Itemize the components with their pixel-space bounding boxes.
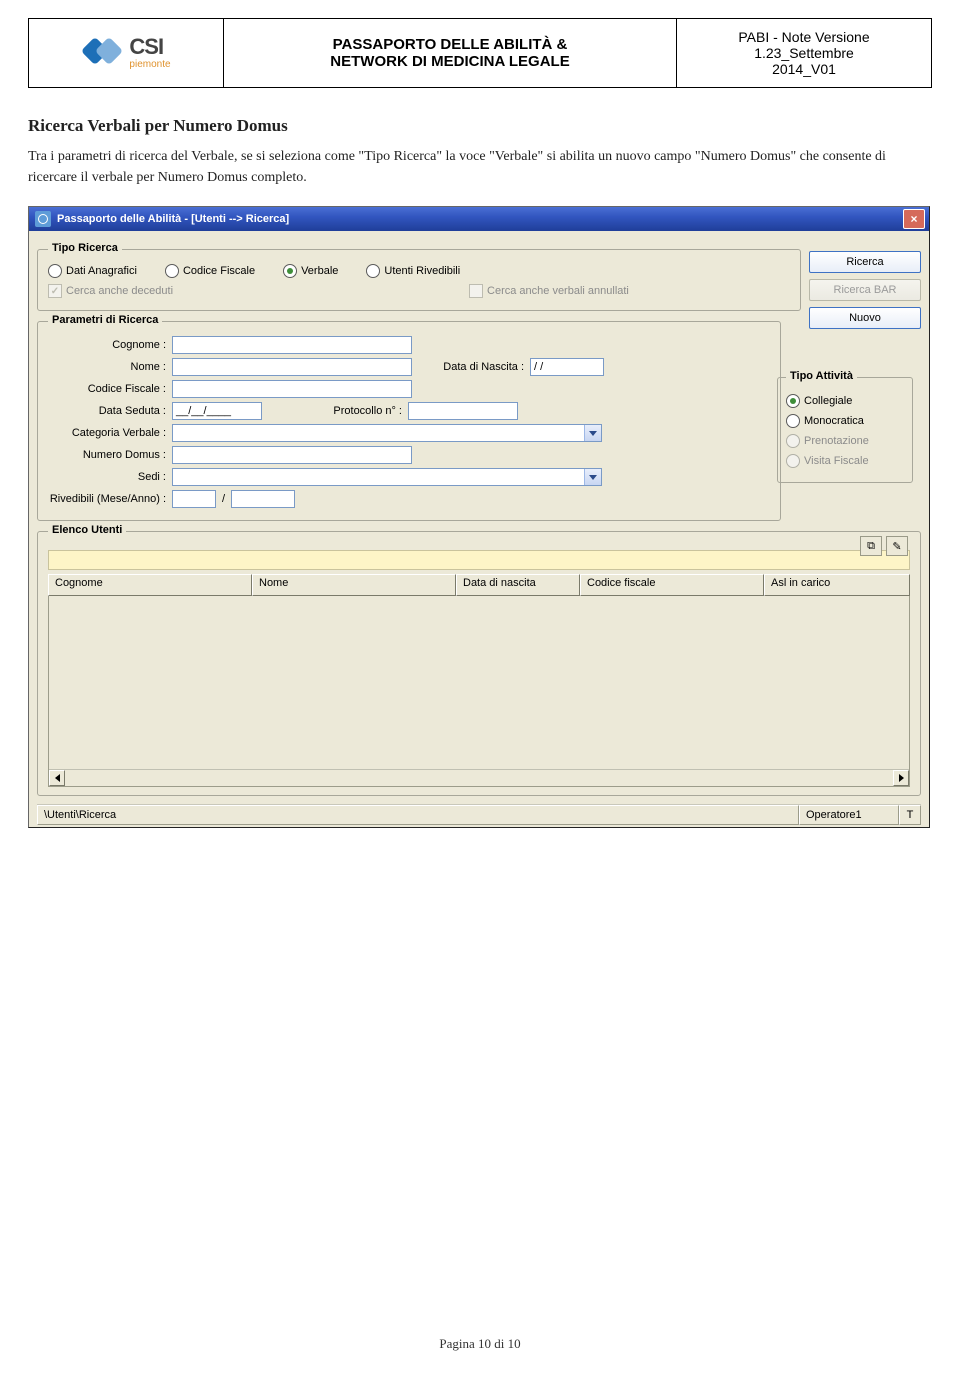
radio-collegiale[interactable]: Collegiale <box>786 394 904 408</box>
col-cognome[interactable]: Cognome <box>48 574 252 596</box>
col-codice-fiscale[interactable]: Codice fiscale <box>580 574 764 596</box>
radio-dati-anagrafici[interactable]: Dati Anagrafici <box>48 264 137 278</box>
side-buttons: Ricerca Ricerca BAR Nuovo <box>809 251 913 329</box>
protocollo-label: Protocollo n° : <box>302 405 408 417</box>
elenco-tool-icon-2[interactable]: ✎ <box>886 536 908 556</box>
rivedibili-label: Rivedibili (Mese/Anno) : <box>48 493 172 505</box>
data-seduta-label: Data Seduta : <box>48 405 172 417</box>
elenco-legend: Elenco Utenti <box>48 524 126 536</box>
status-user: Operatore1 <box>799 805 899 825</box>
csi-logo: CSI piemonte <box>81 35 170 71</box>
ricerca-button[interactable]: Ricerca <box>809 251 921 273</box>
check-annullati: Cerca anche verbali annullati <box>469 284 629 298</box>
data-nascita-label: Data di Nascita : <box>424 361 530 373</box>
app-icon <box>35 211 51 227</box>
cat-verbale-label: Categoria Verbale : <box>48 427 172 439</box>
data-nascita-input[interactable]: / / <box>530 358 604 376</box>
section-title: Ricerca Verbali per Numero Domus <box>28 116 932 136</box>
logo-text-csi: CSI <box>129 36 170 58</box>
data-seduta-input[interactable]: __/__/____ <box>172 402 262 420</box>
close-icon[interactable]: × <box>903 209 925 229</box>
rivedibili-anno-input[interactable] <box>231 490 295 508</box>
sedi-combo[interactable] <box>172 468 602 486</box>
radio-visita-fiscale: Visita Fiscale <box>786 454 904 468</box>
col-data-nascita[interactable]: Data di nascita <box>456 574 580 596</box>
cognome-input[interactable] <box>172 336 412 354</box>
numero-domus-label: Numero Domus : <box>48 449 172 461</box>
col-nome[interactable]: Nome <box>252 574 456 596</box>
tipo-ricerca-legend: Tipo Ricerca <box>48 242 122 254</box>
scroll-left-icon[interactable] <box>49 770 65 786</box>
rivedibili-mese-input[interactable] <box>172 490 216 508</box>
nome-input[interactable] <box>172 358 412 376</box>
ricerca-bar-button: Ricerca BAR <box>809 279 921 301</box>
header-meta-line2: 1.23_Settembre <box>754 45 854 61</box>
elenco-header-row: Cognome Nome Data di nascita Codice fisc… <box>48 574 910 596</box>
tipo-attivita-legend: Tipo Attività <box>786 370 857 382</box>
tipo-attivita-fieldset: Tipo Attività Collegiale Monocratica Pre… <box>777 377 913 483</box>
radio-utenti-rivedibili[interactable]: Utenti Rivedibili <box>366 264 460 278</box>
radio-codice-fiscale[interactable]: Codice Fiscale <box>165 264 255 278</box>
rivedibili-slash: / <box>216 493 231 505</box>
tipo-ricerca-fieldset: Tipo Ricerca Dati Anagrafici Codice Fisc… <box>37 249 801 311</box>
logo-text-piemonte: piemonte <box>129 60 170 70</box>
protocollo-input[interactable] <box>408 402 518 420</box>
elenco-fieldset: Elenco Utenti ⧉ ✎ Cognome Nome Data di n… <box>37 531 921 796</box>
col-asl[interactable]: Asl in carico <box>764 574 910 596</box>
nuovo-button[interactable]: Nuovo <box>809 307 921 329</box>
elenco-selection-bar <box>48 550 910 570</box>
header-meta-line1: PABI - Note Versione <box>738 29 869 45</box>
header-logo-cell: CSI piemonte <box>29 19 224 87</box>
header-title-line1: PASSAPORTO DELLE ABILITÀ & <box>333 36 568 53</box>
titlebar[interactable]: Passaporto delle Abilità - [Utenti --> R… <box>29 207 929 231</box>
nome-label: Nome : <box>48 361 172 373</box>
page-footer: Pagina 10 di 10 <box>0 1336 960 1352</box>
header-meta-line3: 2014_V01 <box>772 61 836 77</box>
cod-fisc-label: Codice Fiscale : <box>48 383 172 395</box>
cognome-label: Cognome : <box>48 339 172 351</box>
status-flag: T <box>899 805 921 825</box>
radio-verbale[interactable]: Verbale <box>283 264 338 278</box>
sedi-label: Sedi : <box>48 471 172 483</box>
parametri-fieldset: Parametri di Ricerca Cognome : Nome : Da… <box>37 321 781 521</box>
status-bar: \Utenti\Ricerca Operatore1 T <box>37 804 921 825</box>
radio-prenotazione: Prenotazione <box>786 434 904 448</box>
document-header: CSI piemonte PASSAPORTO DELLE ABILITÀ & … <box>28 18 932 88</box>
elenco-grid[interactable] <box>48 596 910 787</box>
parametri-legend: Parametri di Ricerca <box>48 314 162 326</box>
status-path: \Utenti\Ricerca <box>37 805 799 825</box>
cod-fisc-input[interactable] <box>172 380 412 398</box>
header-title-line2: NETWORK DI MEDICINA LEGALE <box>330 53 569 70</box>
header-title-cell: PASSAPORTO DELLE ABILITÀ & NETWORK DI ME… <box>224 19 677 87</box>
radio-monocratica[interactable]: Monocratica <box>786 414 904 428</box>
header-meta-cell: PABI - Note Versione 1.23_Settembre 2014… <box>677 19 931 87</box>
section-body: Tra i parametri di ricerca del Verbale, … <box>28 146 932 188</box>
numero-domus-input[interactable] <box>172 446 412 464</box>
cat-verbale-combo[interactable] <box>172 424 602 442</box>
horizontal-scrollbar[interactable] <box>49 769 909 786</box>
titlebar-text: Passaporto delle Abilità - [Utenti --> R… <box>57 213 903 225</box>
elenco-tool-icon-1[interactable]: ⧉ <box>860 536 882 556</box>
scroll-right-icon[interactable] <box>893 770 909 786</box>
logo-mark <box>81 35 123 71</box>
app-window: Passaporto delle Abilità - [Utenti --> R… <box>28 206 930 828</box>
check-deceduti: Cerca anche deceduti <box>48 284 173 298</box>
